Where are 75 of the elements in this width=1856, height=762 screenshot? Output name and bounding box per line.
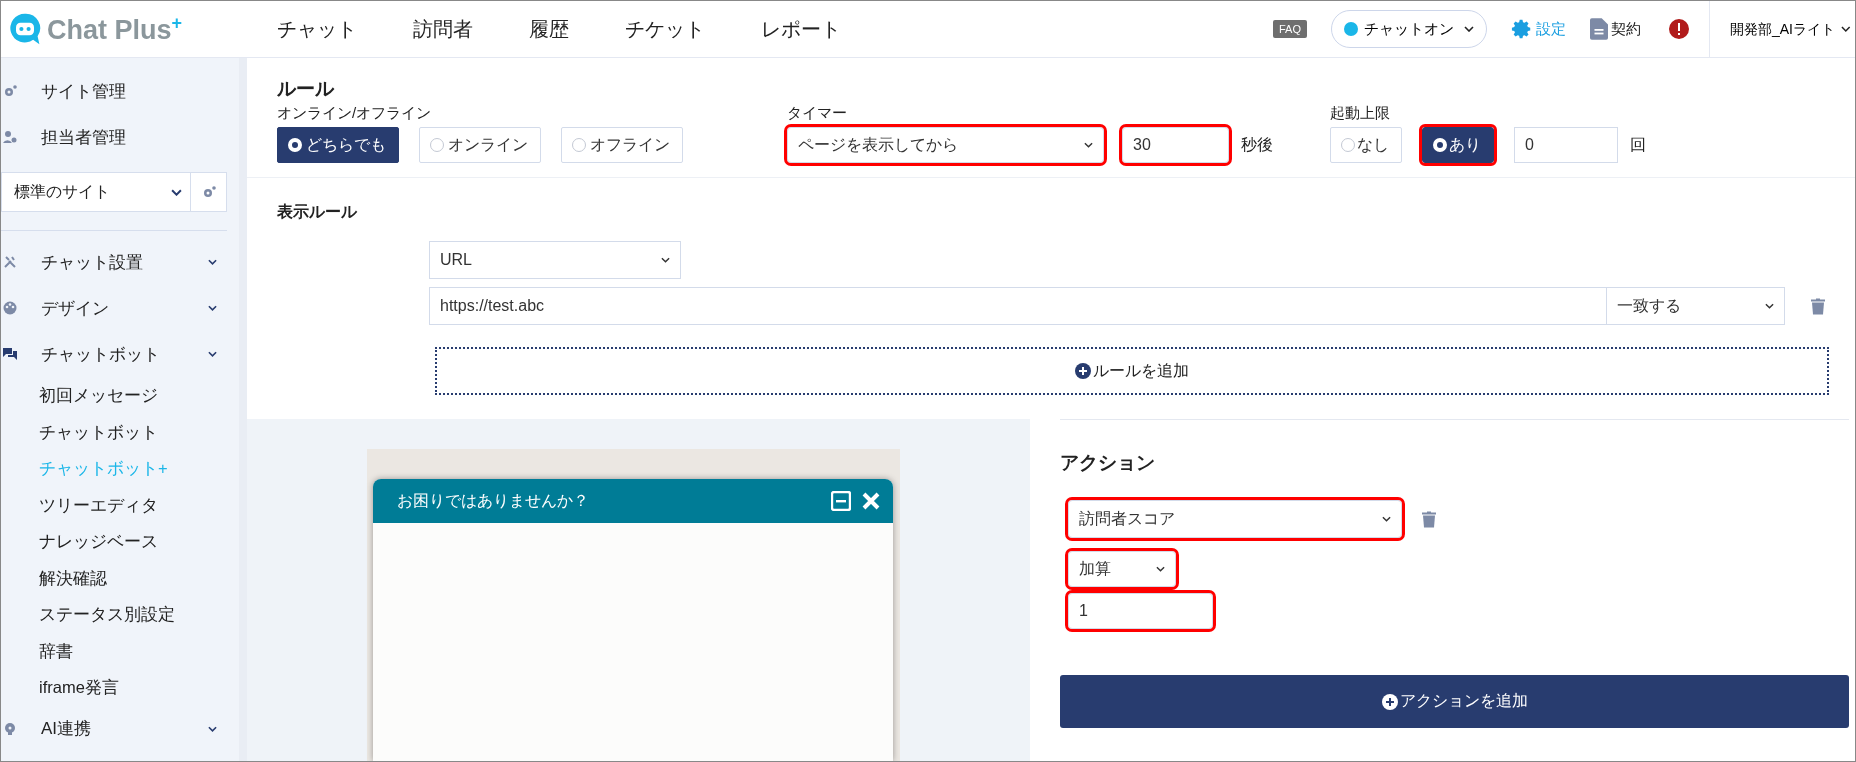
minimize-icon[interactable]: [831, 491, 851, 511]
amount-input-field[interactable]: 1: [1068, 593, 1213, 629]
close-icon[interactable]: [861, 491, 881, 511]
sidebar-subitem[interactable]: 解決確認: [1, 559, 239, 596]
chat-bubbles-icon: [3, 347, 17, 361]
contract-link[interactable]: 契約: [1590, 18, 1641, 40]
limit-radio-button[interactable]: なし: [1330, 127, 1402, 163]
timer-label: タイマー: [787, 104, 848, 123]
sidebar-item[interactable]: 担当者管理: [1, 114, 239, 160]
caret-icon: [1464, 26, 1474, 32]
online-radio-button[interactable]: オフライン: [561, 127, 683, 163]
match-dropdown[interactable]: 一致する: [1607, 287, 1785, 325]
caret-icon: [1084, 142, 1093, 148]
site-dropdown[interactable]: 標準のサイト: [1, 172, 191, 212]
add-rule-button[interactable]: ルールを追加: [435, 347, 1829, 395]
rule-heading: ルール: [277, 77, 335, 101]
caret-icon: [1156, 566, 1165, 572]
chevron-down-icon: [208, 351, 217, 357]
sidebar-subitem[interactable]: チャットボット: [1, 413, 239, 450]
sidebar-subitem[interactable]: 辞書: [1, 632, 239, 669]
sidebar-subitem[interactable]: ステータス別設定: [1, 596, 239, 633]
sidebar-menu-item[interactable]: AI連携: [1, 705, 239, 752]
settings-icon: [1511, 18, 1533, 40]
limit-count-input-field[interactable]: 0: [1514, 127, 1618, 163]
chat-window-title: お困りではありませんか？: [397, 490, 590, 511]
user-gear-icon: [3, 130, 17, 144]
sidebar-subitem[interactable]: ナレッジベース: [1, 523, 239, 560]
nav-link[interactable]: チャット: [277, 15, 357, 43]
chat-status-dropdown[interactable]: チャットオン: [1331, 10, 1487, 48]
chevron-down-icon: [208, 259, 217, 265]
count-unit: 回: [1630, 134, 1646, 155]
faq-button[interactable]: FAQ: [1273, 20, 1307, 38]
seconds-unit: 秒後: [1241, 134, 1273, 155]
caret-icon: [1841, 26, 1851, 32]
action-dropdown[interactable]: 訪問者スコア: [1068, 500, 1402, 538]
trash-icon[interactable]: [1422, 510, 1436, 528]
sidebar-subitem[interactable]: 初回メッセージ: [1, 377, 239, 414]
nav-link[interactable]: チケット: [625, 15, 705, 43]
chevron-down-icon: [208, 305, 217, 311]
display-rule-heading: 表示ルール: [277, 202, 358, 222]
timer-dropdown[interactable]: ページを表示してから: [787, 127, 1104, 163]
limit-label: 起動上限: [1330, 104, 1391, 123]
sidebar-menu-item[interactable]: チャットボット: [1, 331, 239, 377]
nav-link[interactable]: 訪問者: [413, 15, 473, 43]
caret-icon: [1382, 516, 1391, 522]
plus-circle-icon: [1381, 693, 1398, 710]
alert-icon[interactable]: [1669, 19, 1689, 39]
nav-link[interactable]: レポート: [761, 15, 841, 43]
sidebar-subitem[interactable]: iframe発言: [1, 669, 239, 706]
caret-icon: [1765, 303, 1774, 309]
nav-link[interactable]: 履歴: [529, 15, 569, 43]
sidebar-subitem[interactable]: ツリーエディタ: [1, 486, 239, 523]
sidebar-item[interactable]: サイト管理: [1, 68, 239, 114]
chat-bubble-logo-icon: [7, 11, 43, 47]
rule-type-dropdown[interactable]: URL: [429, 241, 681, 279]
online-radio-button[interactable]: どちらでも: [277, 127, 399, 163]
trash-icon[interactable]: [1811, 297, 1825, 315]
logo-text: Chat Plus$^{+}$: [47, 12, 183, 46]
tools-icon: [3, 255, 17, 269]
limit-radio-button[interactable]: あり: [1422, 127, 1494, 163]
seconds-input-field[interactable]: 30: [1122, 127, 1229, 163]
caret-icon: [171, 188, 182, 196]
operation-dropdown[interactable]: 加算: [1068, 551, 1176, 587]
sidebar-menu-item[interactable]: デザイン: [1, 285, 239, 331]
url-input-field[interactable]: https://test.abc: [429, 287, 1607, 325]
chevron-down-icon: [208, 725, 217, 732]
caret-icon: [661, 257, 670, 263]
action-heading: アクション: [1060, 451, 1155, 475]
add-action-button[interactable]: アクションを追加: [1060, 675, 1849, 728]
plus-circle-icon: [1075, 363, 1091, 379]
document-icon: [1590, 18, 1608, 40]
site-settings-button[interactable]: [191, 172, 227, 212]
online-radio-button[interactable]: オンライン: [419, 127, 541, 163]
online-label: オンライン/オフライン: [277, 104, 433, 123]
sidebar-menu-item[interactable]: チャット設置: [1, 239, 239, 285]
